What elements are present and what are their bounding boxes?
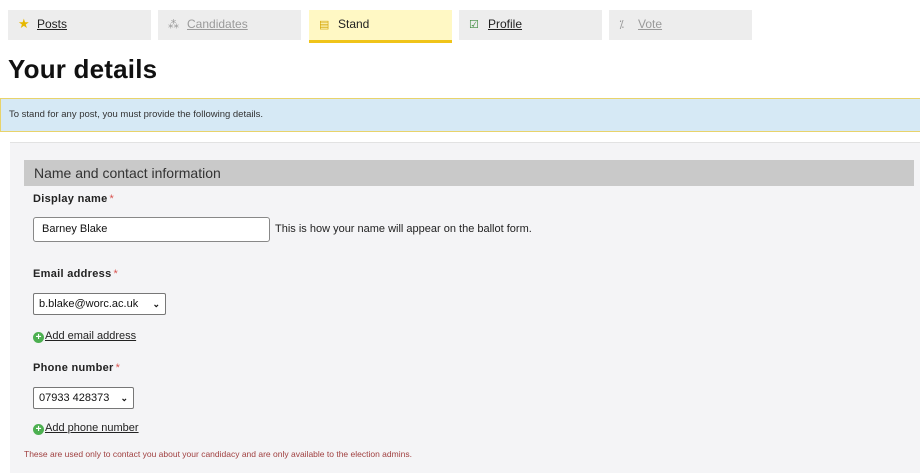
add-icon: + [33,424,44,435]
add-phone-link[interactable]: + Add phone number [33,422,139,435]
checkbox-icon: ☑ [469,19,479,31]
tab-posts-label: Posts [37,17,68,31]
phone-label-text: Phone number [33,362,114,374]
add-phone-text: Add phone number [45,422,139,434]
display-name-label-text: Display name [33,193,108,205]
page-title: Your details [8,54,158,84]
email-select[interactable]: b.blake@worc.ac.uk ⌄ [33,293,166,315]
tab-candidates: ⁂ Candidates [158,10,301,40]
form-icon: ▤ [319,19,330,31]
tab-profile-label: Profile [488,17,523,31]
phone-select-value: 07933 428373 [39,392,110,404]
required-marker: * [115,362,121,374]
ballot-icon: ⁒ [619,19,624,31]
section-header: Name and contact information [24,160,914,186]
display-name-input[interactable]: Barney Blake [33,217,270,242]
people-icon: ⁂ [168,19,179,31]
required-marker: * [109,193,115,205]
display-name-hint: This is how your name will appear on the… [275,223,532,235]
tab-posts[interactable]: ★ Posts [8,10,151,40]
tab-candidates-label: Candidates [187,17,248,31]
star-icon: ★ [18,16,30,31]
tab-profile[interactable]: ☑ Profile [459,10,602,40]
email-label: Email address * [33,268,118,280]
tab-vote: ⁒ Vote [609,10,752,40]
privacy-footnote: These are used only to contact you about… [24,449,412,459]
tab-stand-label: Stand [338,17,370,31]
required-marker: * [113,268,119,280]
add-email-text: Add email address [45,330,137,342]
add-email-link[interactable]: + Add email address [33,330,136,343]
display-name-label: Display name * [33,193,114,205]
email-label-text: Email address [33,268,112,280]
tab-vote-label: Vote [638,17,663,31]
chevron-down-icon: ⌄ [120,393,128,403]
phone-select[interactable]: 07933 428373 ⌄ [33,387,134,409]
add-icon: + [33,332,44,343]
email-select-value: b.blake@worc.ac.uk [39,298,139,310]
info-notice: To stand for any post, you must provide … [0,98,920,132]
phone-label: Phone number * [33,362,120,374]
tab-stand[interactable]: ▤ Stand [309,10,452,43]
chevron-down-icon: ⌄ [152,299,160,309]
